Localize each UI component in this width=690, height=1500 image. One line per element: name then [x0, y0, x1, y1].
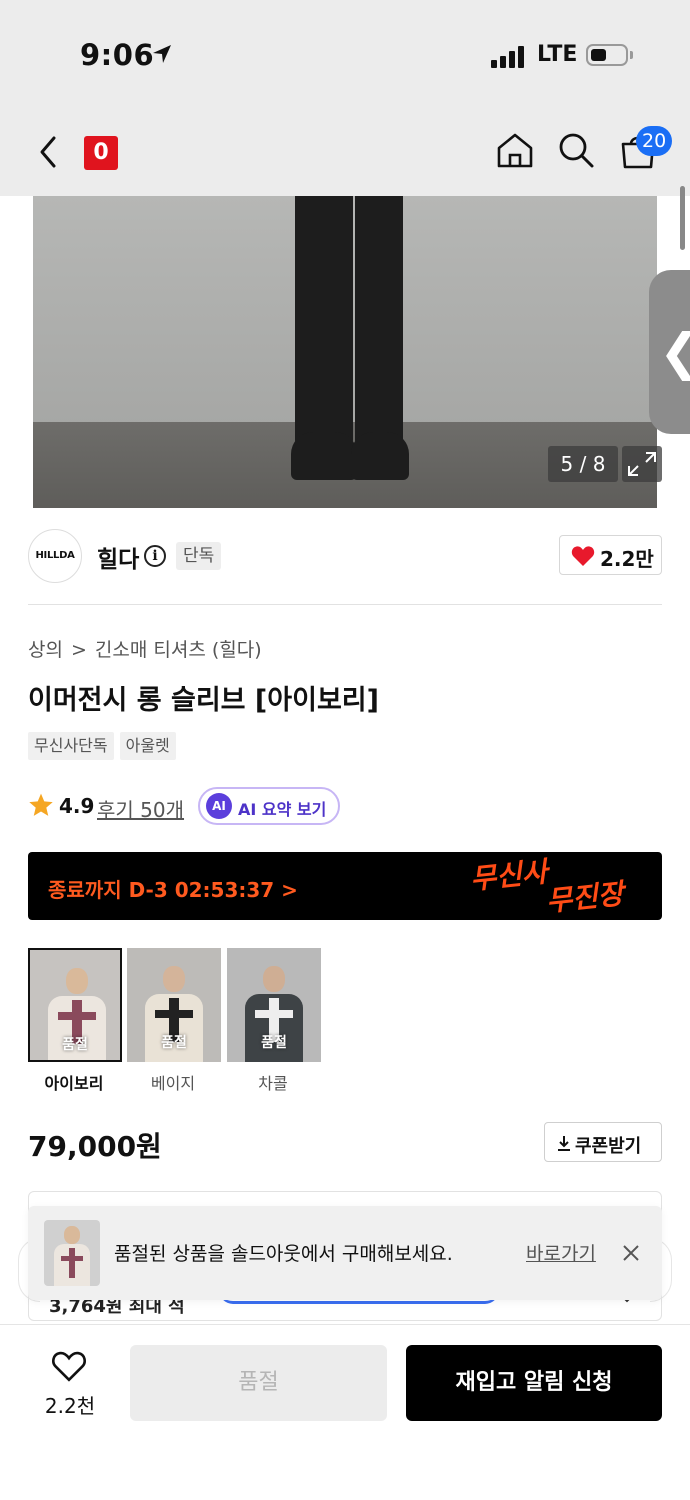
- chevron-left-icon: ❮: [659, 322, 690, 382]
- toast-goto-link[interactable]: 바로가기: [526, 1239, 596, 1266]
- cellular-signal-icon: [491, 44, 525, 68]
- breadcrumb-subcategory[interactable]: 긴소매 티셔츠 (힐다): [95, 639, 262, 661]
- close-icon[interactable]: [620, 1242, 642, 1264]
- status-time: 9:06: [80, 38, 155, 72]
- network-type: LTE: [537, 42, 578, 67]
- restock-alert-button[interactable]: 재입고 알림 신청: [406, 1345, 662, 1421]
- battery-tip: [630, 51, 633, 59]
- soldout-toast: 품절된 상품을 솔드아웃에서 구매해보세요. 바로가기: [28, 1206, 662, 1300]
- side-drawer-tab[interactable]: ❮: [649, 270, 690, 434]
- soldout-overlay: 품절: [161, 1035, 187, 1051]
- breadcrumb: 상의 > 긴소매 티셔츠 (힐다): [28, 635, 262, 662]
- color-option-label: 베이지: [150, 1074, 196, 1093]
- toast-message: 품절된 상품을 솔드아웃에서 구매해보세요.: [114, 1243, 453, 1265]
- promo-brand-line1: 무신사: [468, 855, 549, 896]
- coupon-button[interactable]: 쿠폰받기: [544, 1122, 662, 1162]
- ai-summary-label: AI 요약 보기: [238, 800, 327, 819]
- breadcrumb-separator: >: [70, 639, 87, 661]
- wishlist-count: 2.2천: [44, 1394, 96, 1418]
- soldout-overlay: 품절: [62, 1037, 88, 1053]
- review-link[interactable]: 후기 50개: [97, 794, 184, 823]
- scrollbar[interactable]: [680, 186, 685, 250]
- product-tag: 무신사단독: [28, 732, 114, 760]
- ai-summary-button[interactable]: AI AI 요약 보기: [198, 787, 340, 825]
- location-arrow-icon: [153, 45, 171, 63]
- coupon-label: 쿠폰받기: [575, 1136, 642, 1157]
- ai-icon: AI: [206, 793, 232, 819]
- info-icon[interactable]: i: [144, 545, 166, 567]
- promo-brand-line2: 무진장: [544, 877, 625, 918]
- brand-name[interactable]: 힐다: [97, 540, 139, 574]
- brand-logo[interactable]: HILLDA: [28, 529, 82, 583]
- expand-icon[interactable]: [622, 446, 662, 482]
- boot-sole-left: [291, 432, 357, 480]
- download-icon: [558, 1136, 570, 1151]
- soldout-overlay: 품절: [261, 1035, 287, 1051]
- color-option-label: 차콜: [258, 1074, 288, 1093]
- search-icon[interactable]: [556, 130, 596, 170]
- rating-value: 4.9: [59, 794, 95, 818]
- brand-like-button[interactable]: 2.2만: [559, 535, 662, 575]
- status-bar: 9:06 LTE: [0, 0, 690, 110]
- battery-icon: [586, 44, 628, 66]
- image-counter: 5 / 8: [548, 446, 618, 482]
- boot-sole-right: [351, 432, 409, 480]
- color-option-beige[interactable]: 품절: [127, 948, 221, 1062]
- back-arrow-icon[interactable]: [34, 134, 64, 170]
- wishlist-button[interactable]: 2.2천: [30, 1348, 110, 1420]
- product-tag: 아울렛: [119, 732, 176, 760]
- soldout-button: 품절: [130, 1345, 387, 1421]
- boot-right: [355, 196, 403, 446]
- toast-thumbnail: [44, 1220, 100, 1286]
- boot-left: [295, 196, 353, 446]
- promo-countdown: 종료까지 D-3 02:53:37 >: [48, 878, 298, 902]
- color-option-label: 아이보리: [44, 1074, 104, 1093]
- color-option-ivory[interactable]: 품절: [28, 948, 122, 1062]
- product-title: 이머전시 롱 슬리브 [아이보리]: [28, 685, 379, 716]
- cart-count-badge: 20: [636, 126, 673, 156]
- product-tags: 무신사단독 아울렛: [28, 732, 176, 760]
- brand-like-count: 2.2만: [600, 547, 654, 571]
- breadcrumb-category[interactable]: 상의: [28, 639, 63, 661]
- product-price: 79,000원: [28, 1130, 162, 1163]
- app-logo[interactable]: 0: [84, 136, 118, 170]
- divider: [28, 604, 662, 605]
- exclusive-tag: 단독: [176, 542, 222, 570]
- top-nav-bar: 0: [0, 110, 690, 196]
- heart-filled-icon: [571, 546, 595, 566]
- promo-banner[interactable]: 종료까지 D-3 02:53:37 > 무신사 무진장: [28, 852, 662, 920]
- star-icon: [29, 793, 53, 816]
- heart-outline-icon: [52, 1351, 86, 1382]
- home-icon[interactable]: [495, 130, 535, 170]
- color-option-charcoal[interactable]: 품절: [227, 948, 321, 1062]
